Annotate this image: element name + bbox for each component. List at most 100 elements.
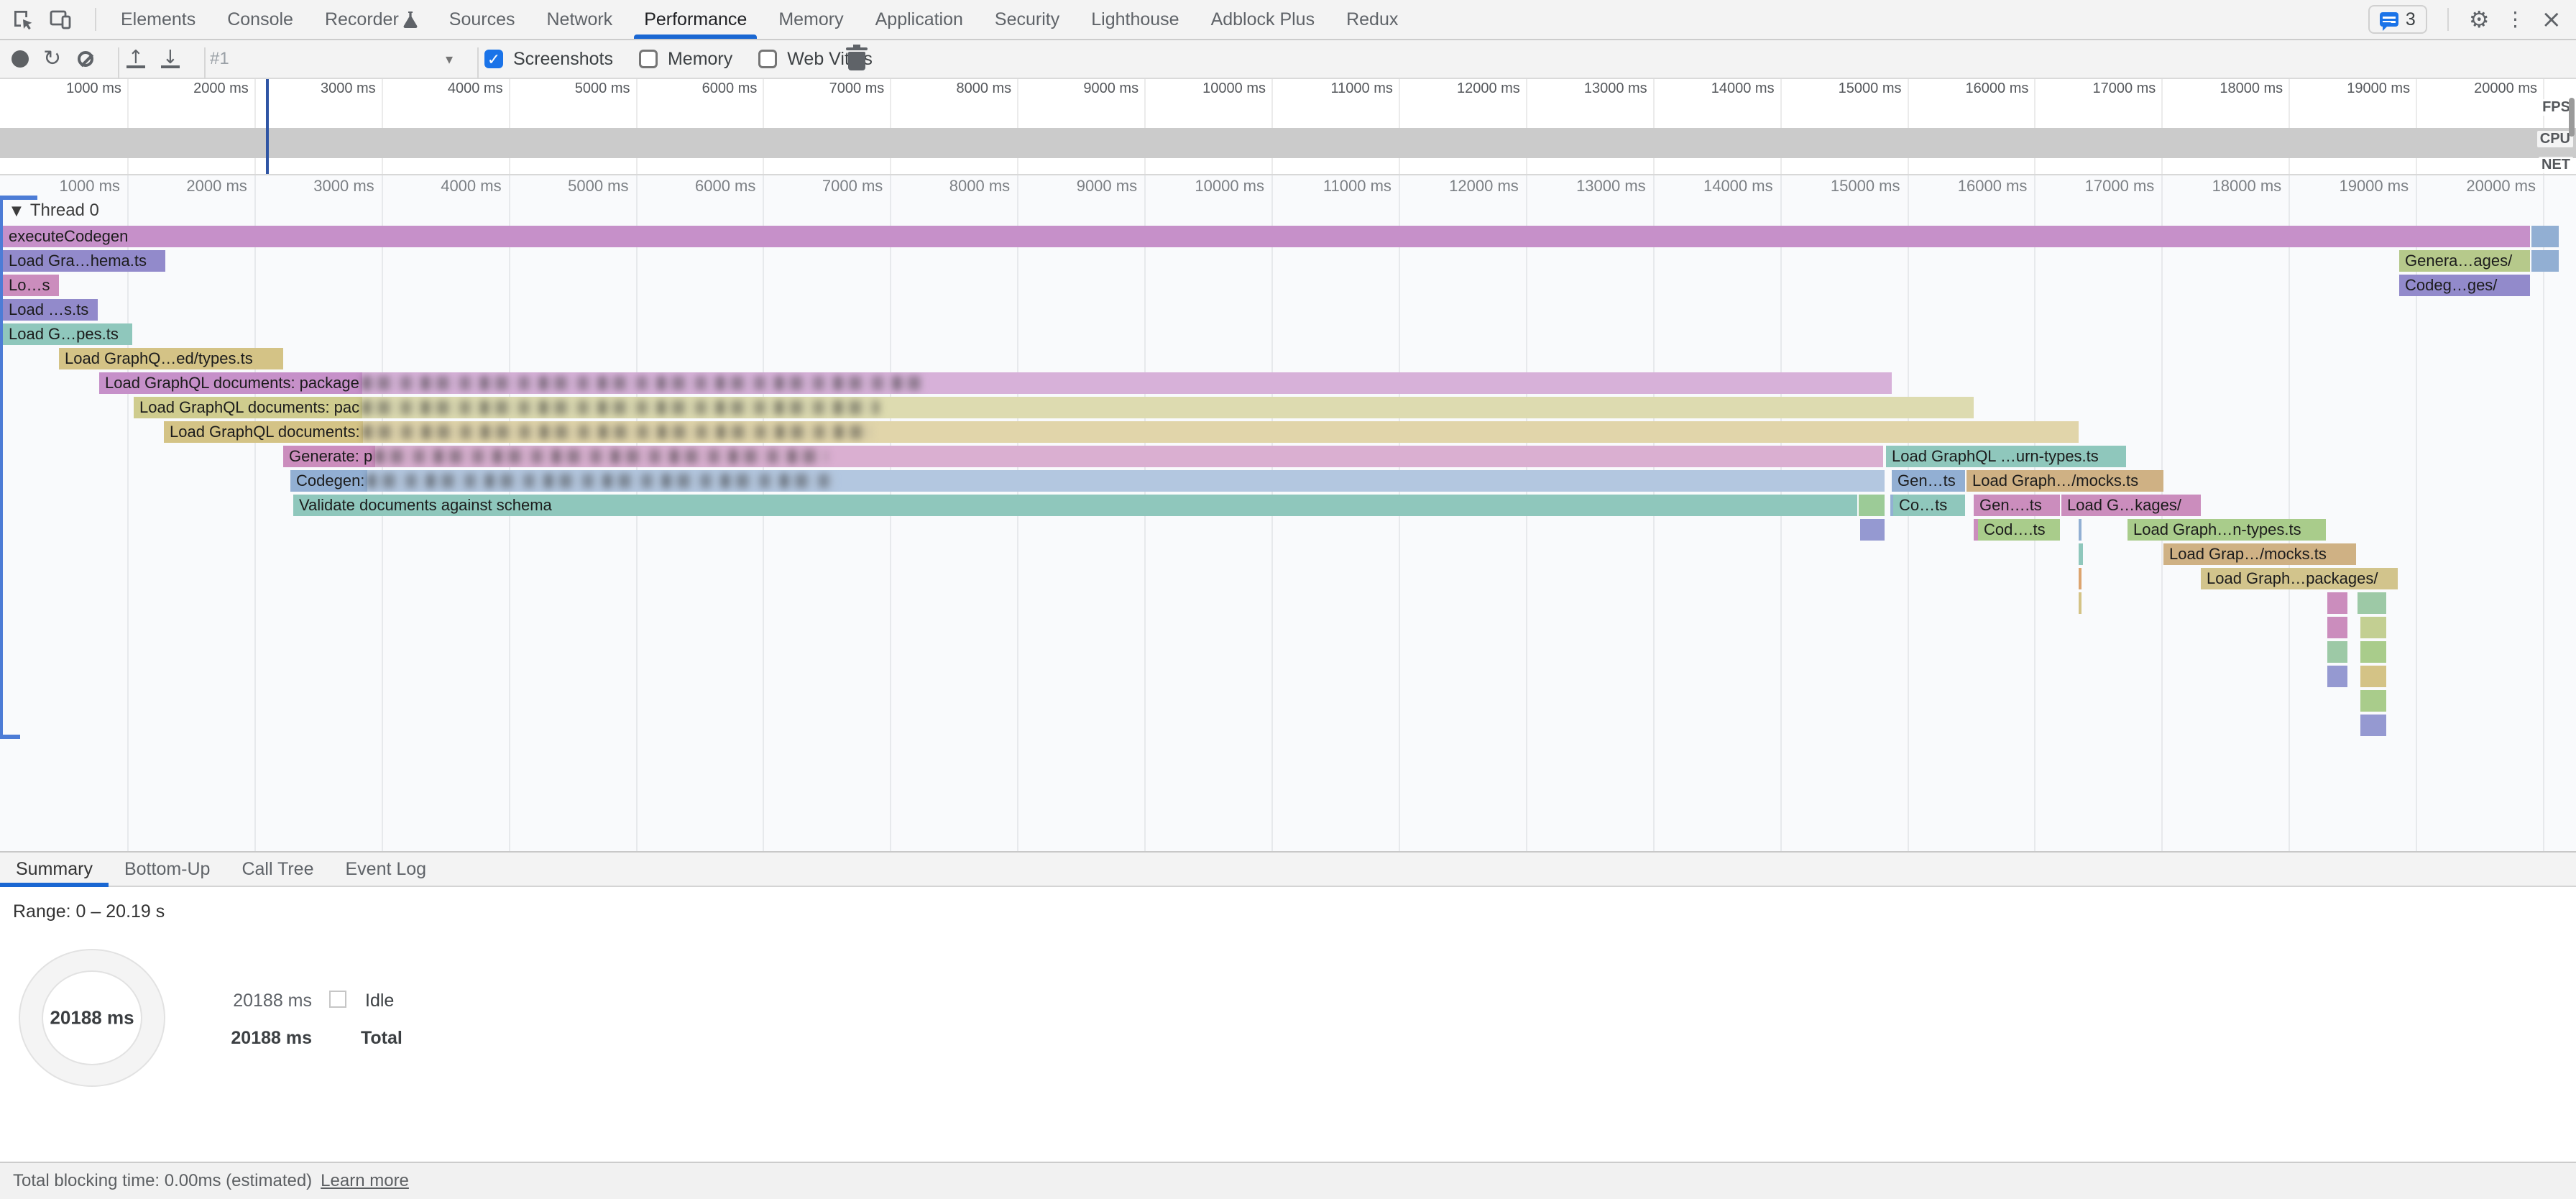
overview-tick-label: 10000 ms — [1145, 81, 1266, 97]
settings-gear-icon[interactable]: ⚙ — [2469, 8, 2490, 31]
redacted-text — [367, 474, 834, 488]
divider — [2447, 8, 2449, 31]
capture-select-caret-icon[interactable]: ▾ — [446, 40, 453, 78]
overview-tick-label: 18000 ms — [2162, 81, 2283, 97]
save-profile-icon[interactable]: ↓ — [161, 40, 180, 78]
issues-messages-button[interactable]: 3 — [2368, 5, 2427, 34]
flame-bar[interactable] — [2079, 592, 2082, 614]
flame-bar[interactable]: Load GraphQL documents: — [164, 421, 2079, 443]
tab-recorder[interactable]: Recorder — [309, 0, 433, 39]
flame-bar[interactable]: Load GraphQL documents: pac — [134, 397, 1974, 418]
flame-bar[interactable]: Load GraphQL …urn-types.ts — [1886, 446, 2126, 467]
clear-icon[interactable] — [78, 40, 93, 78]
tab-redux[interactable]: Redux — [1330, 0, 1414, 39]
flame-bar[interactable]: Codeg…ges/ — [2399, 275, 2530, 296]
flame-bar[interactable] — [2079, 519, 2082, 541]
learn-more-link[interactable]: Learn more — [321, 1171, 409, 1191]
flame-bar[interactable]: Load Gra…hema.ts — [3, 250, 165, 272]
close-icon[interactable]: × — [2542, 7, 2562, 32]
flame-bar[interactable]: Load GraphQ…ed/types.ts — [59, 348, 283, 369]
ruler-tick-label: 18000 ms — [2152, 177, 2281, 196]
tabbar-right-controls: 3 ⚙ ⋮ × — [2368, 5, 2576, 34]
flame-bar[interactable]: Gen…ts — [1892, 470, 1965, 492]
tab-performance[interactable]: Performance — [628, 0, 763, 39]
tab-adblock-plus[interactable]: Adblock Plus — [1195, 0, 1331, 39]
garbage-collect-icon[interactable] — [848, 40, 865, 78]
flame-bar[interactable]: executeCodegen — [3, 226, 2530, 247]
flame-bar[interactable]: Load G…kages/ — [2061, 495, 2201, 516]
flame-bar-label: Co…ts — [1893, 495, 1947, 516]
flame-chart[interactable]: 1000 ms2000 ms3000 ms4000 ms5000 ms6000 … — [0, 175, 2576, 853]
flame-bar[interactable]: Load Graph…n-types.ts — [2128, 519, 2326, 541]
tab-security[interactable]: Security — [979, 0, 1075, 39]
flame-bar[interactable] — [2079, 543, 2083, 565]
tab-label: Sources — [449, 9, 515, 30]
load-profile-icon[interactable]: ↑ — [126, 40, 145, 78]
flame-bar[interactable]: Codegen: — [290, 470, 1885, 492]
flame-bar[interactable]: Load G…pes.ts — [3, 323, 132, 345]
tab-elements[interactable]: Elements — [105, 0, 211, 39]
flame-bar[interactable] — [2360, 666, 2386, 687]
overview-tick-label: 20000 ms — [2416, 81, 2537, 97]
details-tab-event-log[interactable]: Event Log — [330, 853, 443, 886]
flame-bar[interactable] — [2360, 617, 2386, 638]
thread-header[interactable]: ▼ Thread 0 — [12, 198, 99, 223]
details-tab-summary[interactable]: Summary — [0, 853, 109, 886]
devtools-window: ElementsConsole Recorder Sources NetworkPer… — [0, 0, 2576, 1199]
checkbox-unchecked-icon[interactable] — [758, 50, 777, 68]
flame-bar[interactable] — [2531, 226, 2559, 247]
checkbox-checked-icon[interactable]: ✓ — [484, 50, 503, 68]
flame-bar[interactable] — [2327, 617, 2347, 638]
flame-bar[interactable]: Co…ts — [1893, 495, 1965, 516]
ruler-tick-label: 2000 ms — [118, 177, 247, 196]
overview-playhead[interactable] — [266, 79, 269, 174]
flame-bar[interactable]: Load …s.ts — [3, 299, 98, 321]
flame-bar[interactable] — [2360, 690, 2386, 712]
flame-bar[interactable] — [2327, 641, 2347, 663]
ruler-tick-label: 20000 ms — [2406, 177, 2536, 196]
checkbox-memory[interactable]: Memory — [639, 49, 732, 70]
inspect-element-icon[interactable] — [12, 8, 34, 31]
flame-bar[interactable] — [1859, 495, 1885, 516]
flame-bar-label: Gen….ts — [1974, 495, 2042, 516]
flame-bar[interactable] — [2327, 592, 2347, 614]
reload-and-record-icon[interactable]: ↻ — [43, 40, 61, 78]
details-tab-call-tree[interactable]: Call Tree — [226, 853, 329, 886]
tab-sources[interactable]: Sources — [433, 0, 531, 39]
tab-label: Recorder — [325, 9, 399, 30]
ruler-tick-label: 17000 ms — [2025, 177, 2154, 196]
flame-bar[interactable] — [1860, 519, 1885, 541]
device-toolbar-icon[interactable] — [49, 8, 72, 31]
flame-bar[interactable]: Generate: p — [283, 446, 1883, 467]
flame-bar[interactable] — [2360, 715, 2386, 736]
tab-console[interactable]: Console — [211, 0, 309, 39]
tab-network[interactable]: Network — [531, 0, 629, 39]
checkbox-screenshots[interactable]: ✓Screenshots — [484, 49, 613, 70]
flame-gridline — [254, 175, 256, 853]
tab-memory[interactable]: Memory — [763, 0, 859, 39]
flame-bar[interactable] — [2531, 250, 2559, 272]
flame-bar[interactable] — [2360, 641, 2386, 663]
scrollbar-thumb[interactable] — [2569, 98, 2575, 137]
capture-select[interactable]: #1 — [210, 40, 229, 78]
kebab-menu-icon[interactable]: ⋮ — [2501, 9, 2530, 29]
flame-bar[interactable]: Load Graph…/mocks.ts — [1966, 470, 2163, 492]
flame-bar[interactable]: Load Graph…packages/ — [2201, 568, 2398, 589]
flame-bar[interactable] — [2358, 592, 2386, 614]
tab-lighthouse[interactable]: Lighthouse — [1075, 0, 1195, 39]
flame-bar[interactable]: Lo…s — [3, 275, 59, 296]
flame-bar[interactable]: Validate documents against schema — [293, 495, 1857, 516]
checkbox-unchecked-icon[interactable] — [639, 50, 658, 68]
flame-bar[interactable]: Cod….ts — [1978, 519, 2060, 541]
flame-bar[interactable] — [2079, 568, 2082, 589]
record-button[interactable] — [12, 40, 29, 78]
flame-bar[interactable]: Load GraphQL documents: package — [99, 372, 1892, 394]
tab-application[interactable]: Application — [860, 0, 979, 39]
collapse-triangle-icon[interactable]: ▼ — [12, 203, 22, 219]
flame-bar[interactable]: Genera…ages/ — [2399, 250, 2530, 272]
flame-bar[interactable]: Load Grap…/mocks.ts — [2163, 543, 2356, 565]
flame-bar[interactable]: Gen….ts — [1974, 495, 2060, 516]
details-tab-bottom-up[interactable]: Bottom-Up — [109, 853, 226, 886]
flame-bar[interactable] — [2327, 666, 2347, 687]
timeline-overview[interactable]: 1000 ms2000 ms3000 ms4000 ms5000 ms6000 … — [0, 79, 2576, 175]
